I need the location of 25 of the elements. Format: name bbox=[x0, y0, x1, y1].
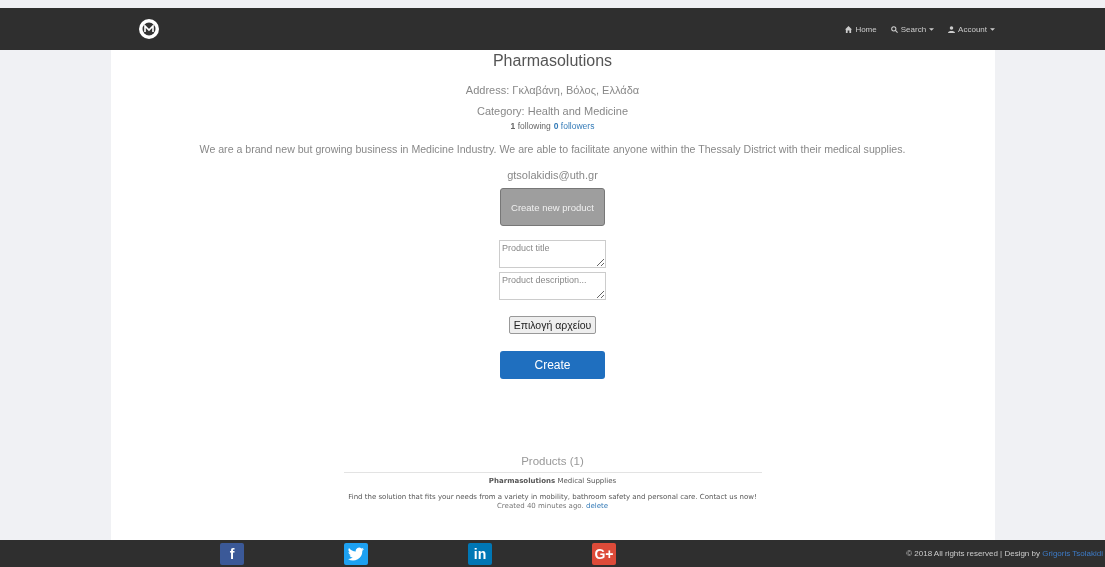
logo-icon[interactable] bbox=[138, 18, 160, 40]
product-description-field[interactable]: Product description... bbox=[499, 272, 606, 300]
following-count: 1 following bbox=[510, 121, 551, 131]
user-icon bbox=[948, 25, 956, 33]
nav-link[interactable]: Account bbox=[948, 24, 995, 34]
facebook-icon[interactable]: f bbox=[220, 542, 244, 565]
copyright-text: © 2018 All rights reserved | Design by bbox=[906, 549, 1040, 558]
address-text: Address: Γκλαβάνη, Βόλος, Ελλάδα bbox=[465, 84, 640, 96]
category-text: Category: Health and Medicine bbox=[477, 105, 628, 117]
twitter-icon[interactable] bbox=[344, 542, 368, 565]
home-icon bbox=[845, 25, 853, 33]
search-icon bbox=[890, 25, 898, 33]
google-plus-icon[interactable]: G+ bbox=[592, 542, 616, 565]
products-heading: Products (1) bbox=[521, 455, 584, 467]
business-description: We are a brand new but growing business in Medicine Industry. We are able to facilitate anyone within the Thessaly District with their medical supplies. bbox=[199, 143, 906, 155]
linkedin-icon[interactable]: in bbox=[468, 542, 492, 565]
followers-link[interactable]: 0 followers bbox=[553, 121, 595, 131]
email-text: gtsolakidis@uth.gr bbox=[507, 169, 598, 181]
nav-link[interactable]: Home bbox=[845, 24, 877, 34]
business-name: Pharmasolutions bbox=[492, 52, 613, 70]
designer-link[interactable]: Grigoris Tsolakidi bbox=[1042, 549, 1103, 558]
choose-file-button[interactable]: Επιλογή αρχείου bbox=[508, 316, 597, 334]
nav-link[interactable]: Search bbox=[890, 24, 935, 34]
product-title-field[interactable]: Product title bbox=[499, 240, 606, 268]
create-button[interactable]: Create bbox=[500, 351, 605, 379]
